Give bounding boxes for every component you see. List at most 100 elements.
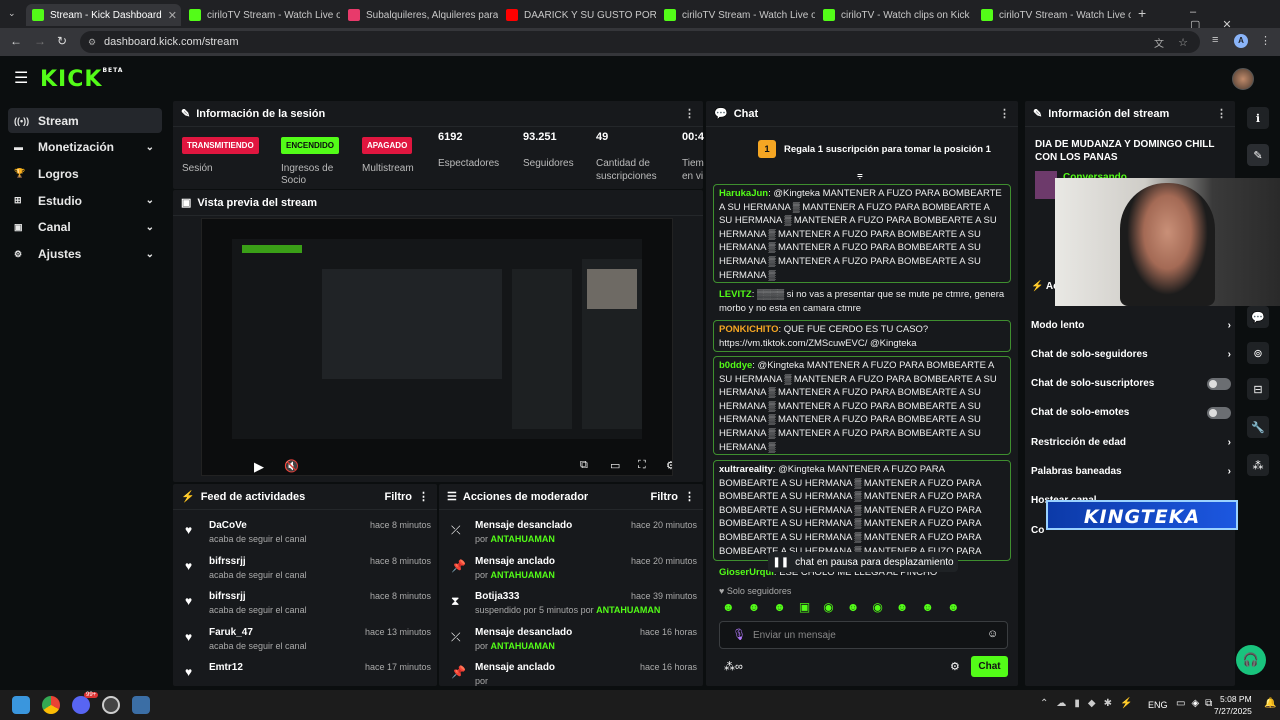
sidebar-item-5[interactable]: ⚙ Ajustes ⌄ xyxy=(8,242,162,267)
sidebar-item-3[interactable]: ⊞ Estudio ⌄ xyxy=(8,188,162,213)
fullscreen-icon[interactable]: ⛶ xyxy=(638,459,646,472)
browser-tab[interactable]: DAARICK Y SU GUSTO POR LAS ✕ xyxy=(500,4,656,26)
chat-username[interactable]: LEVITZ xyxy=(719,289,752,300)
chevron-right-icon[interactable]: › xyxy=(1228,437,1231,448)
info-icon[interactable]: ℹ xyxy=(1247,107,1269,129)
wrench-icon[interactable]: 🔧 xyxy=(1247,416,1269,438)
chat-tools-icon[interactable]: ⁂∞ xyxy=(724,660,743,673)
more-icon[interactable]: ⋮ xyxy=(684,490,695,503)
sidebar-item-0[interactable]: ((•)) Stream xyxy=(8,108,162,133)
clock-date[interactable]: 7/27/2025 xyxy=(1214,706,1252,716)
feed-username[interactable]: Faruk_47 xyxy=(209,627,253,638)
chat-username[interactable]: GioserUrqui xyxy=(719,567,774,578)
chat-settings-icon[interactable]: ⚙ xyxy=(950,660,960,673)
chat-username[interactable]: PONKICHITO xyxy=(719,324,778,335)
sub-goal-banner[interactable]: 1 Regala 1 suscripción para tomar la pos… xyxy=(758,139,998,159)
browser-tab[interactable]: Subalquileres, Alquileres para e ✕ xyxy=(342,4,498,26)
user-avatar[interactable] xyxy=(1232,68,1254,90)
tray-icons[interactable]: ⌃☁▮◆✱⚡ xyxy=(1040,698,1140,709)
feed-username[interactable]: DaCoVe xyxy=(209,520,247,531)
chevron-right-icon[interactable]: › xyxy=(1228,320,1231,331)
mic-icon[interactable]: 🎙 xyxy=(732,628,746,641)
apps-icon[interactable]: ⁂ xyxy=(1247,454,1269,476)
chevron-down-icon[interactable]: ⌄ xyxy=(146,195,154,206)
browser-tab[interactable]: ciriloTV Stream - Watch Live on ✕ xyxy=(183,4,340,26)
support-chat-button[interactable]: 🎧 xyxy=(1236,645,1266,675)
chevron-right-icon[interactable]: › xyxy=(1228,466,1231,477)
sidebar-item-2[interactable]: 🏆 Logros xyxy=(8,161,162,186)
chevron-down-icon[interactable]: ⌄ xyxy=(146,142,154,153)
feed-username[interactable]: Emtr12 xyxy=(209,662,243,673)
feed-item[interactable]: ♥ Faruk_47 acaba de seguir el canal hace… xyxy=(181,627,431,661)
more-icon[interactable]: ⋮ xyxy=(418,490,429,503)
pip-icon[interactable]: ⧉ xyxy=(580,459,588,472)
emoji-icon[interactable]: ☺ xyxy=(987,628,998,640)
chevron-right-icon[interactable]: › xyxy=(1228,349,1231,360)
discord-icon[interactable] xyxy=(72,696,90,714)
chat-message[interactable]: LEVITZ: ▒▒▒▒ si no vas a presentar que s… xyxy=(719,288,1009,316)
broadcast-toggle-icon[interactable]: ⊚ xyxy=(1247,342,1269,364)
calculator-icon[interactable] xyxy=(132,696,150,714)
chat-message[interactable]: xultrareality: @Kingteka MANTENER A FUZO… xyxy=(713,460,1011,561)
mod-action-item[interactable]: ⤫ Mensaje desanclado por ANTAHUAMAN hace… xyxy=(447,627,697,661)
chat-setting-row[interactable]: Palabras baneadas › xyxy=(1031,461,1231,483)
mod-filter-button[interactable]: Filtro xyxy=(651,491,679,503)
mod-action-item[interactable]: 📌 Mensaje anclado por hace 16 horas xyxy=(447,662,697,686)
menu-icon[interactable]: ⋮ xyxy=(1260,34,1271,47)
mute-icon[interactable]: 🔇 xyxy=(284,459,299,473)
tab-list-icon[interactable]: ≡ xyxy=(1212,34,1218,46)
back-icon[interactable]: ← xyxy=(10,34,22,48)
video-settings-icon[interactable]: ⚙ xyxy=(666,459,672,472)
feed-username[interactable]: bifrssrjj xyxy=(209,556,246,567)
chrome-icon[interactable] xyxy=(42,696,60,714)
feed-filter-button[interactable]: Filtro xyxy=(385,491,413,503)
toggle-switch[interactable] xyxy=(1207,377,1231,390)
tab-search-icon[interactable]: ⌄ xyxy=(8,8,16,19)
reload-icon[interactable]: ↻ xyxy=(57,34,67,48)
chat-message[interactable]: PONKICHITO: QUE FUE CERDO ES TU CASO? ht… xyxy=(713,320,1011,352)
chat-username[interactable]: HarukaJun xyxy=(719,188,768,199)
new-tab-button[interactable]: + xyxy=(1138,5,1146,21)
network-volume-icon[interactable]: ▭◈⧉ xyxy=(1176,698,1218,709)
toggle-switch[interactable] xyxy=(1207,406,1231,419)
browser-tab[interactable]: ciriloTV Stream - Watch Live on ✕ xyxy=(975,4,1131,26)
play-icon[interactable]: ▶ xyxy=(254,459,264,475)
profile-avatar[interactable]: A xyxy=(1234,34,1248,48)
send-chat-button[interactable]: Chat xyxy=(971,656,1008,677)
edit-icon[interactable]: ✎ xyxy=(1247,144,1269,166)
translate-icon[interactable]: 文 xyxy=(1154,35,1164,50)
mod-action-item[interactable]: ⤫ Mensaje desanclado por ANTAHUAMAN hace… xyxy=(447,520,697,554)
category-thumbnail[interactable] xyxy=(1035,171,1057,199)
theater-icon[interactable]: ▭ xyxy=(610,459,620,472)
chat-setting-row[interactable]: Chat de solo-seguidores › xyxy=(1031,343,1231,365)
bookmark-icon[interactable]: ☆ xyxy=(1178,36,1188,49)
stream-preview-video[interactable]: ▶ 🔇 ⧉ ▭ ⛶ ⚙ xyxy=(201,218,673,476)
notification-icon[interactable]: 🔔 xyxy=(1264,698,1276,709)
chat-message[interactable]: HarukaJun: @Kingteka MANTENER A FUZO PAR… xyxy=(713,184,1011,283)
tab-close-icon[interactable]: ✕ xyxy=(168,9,177,22)
chat-collapse-icon[interactable]: ⩦ xyxy=(857,170,863,181)
forward-icon[interactable]: → xyxy=(34,34,46,48)
browser-tab[interactable]: Stream - Kick Dashboard ✕ xyxy=(26,4,181,26)
layout-icon[interactable]: ⊟ xyxy=(1247,378,1269,400)
windows-start-icon[interactable] xyxy=(12,696,30,714)
site-info-icon[interactable]: ⚙ xyxy=(88,37,96,48)
clock-time[interactable]: 5:08 PM xyxy=(1220,694,1252,704)
browser-tab[interactable]: ciriloTV Stream - Watch Live on ✕ xyxy=(658,4,815,26)
chat-paused-banner[interactable]: ❚❚ chat en pausa para desplazamiento xyxy=(768,552,958,572)
mod-action-item[interactable]: 📌 Mensaje anclado por ANTAHUAMAN hace 20… xyxy=(447,556,697,590)
more-icon[interactable]: ⋮ xyxy=(684,107,695,120)
chat-username[interactable]: b0ddye xyxy=(719,360,752,371)
chat-setting-row[interactable]: Modo lento › xyxy=(1031,314,1231,336)
browser-tab[interactable]: ciriloTV - Watch clips on Kick ✕ xyxy=(817,4,973,26)
feed-item[interactable]: ♥ Emtr12 hace 17 minutos xyxy=(181,662,431,686)
chat-message[interactable]: b0ddye: @Kingteka MANTENER A FUZO PARA B… xyxy=(713,356,1011,455)
more-icon[interactable]: ⋮ xyxy=(1216,107,1227,120)
hamburger-icon[interactable]: ☰ xyxy=(14,68,28,88)
chat-toggle-icon[interactable]: 💬 xyxy=(1247,306,1269,328)
emote-bar[interactable]: ☻☻☻▣◉☻◉☻☻☻ xyxy=(722,600,1012,616)
feed-username[interactable]: bifrssrjj xyxy=(209,591,246,602)
sidebar-item-4[interactable]: ▣ Canal ⌄ xyxy=(8,215,162,240)
chat-username[interactable]: xultrareality xyxy=(719,464,773,475)
chat-setting-row[interactable]: Chat de solo-suscriptores xyxy=(1031,373,1231,395)
